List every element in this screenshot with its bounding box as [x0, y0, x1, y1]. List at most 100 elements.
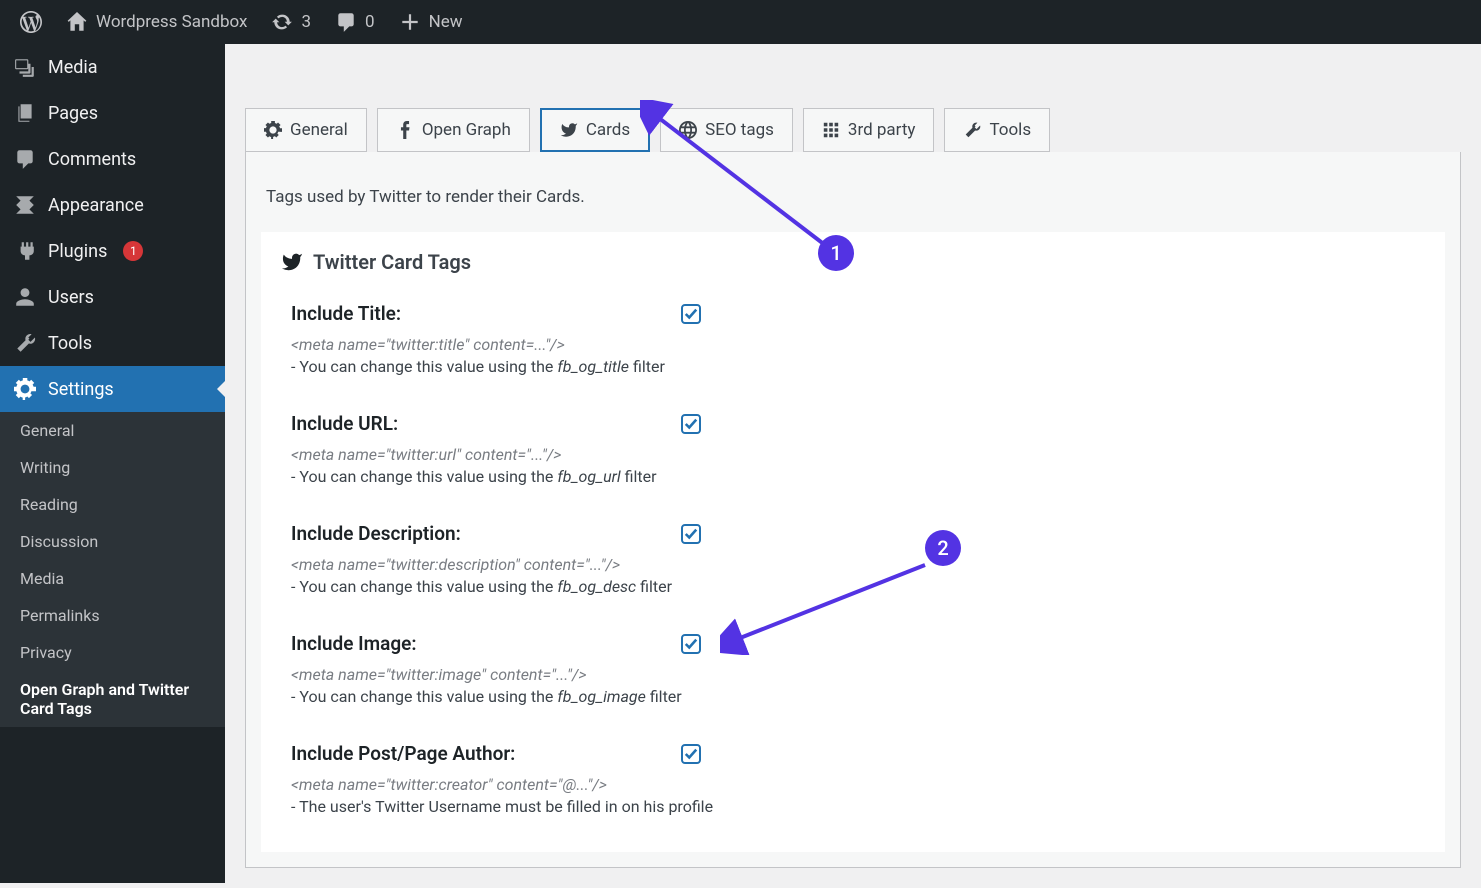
settings-icon	[14, 378, 36, 400]
menu-settings[interactable]: Settings	[0, 366, 225, 412]
menu-tools-label: Tools	[48, 333, 92, 354]
menu-appearance-label: Appearance	[48, 195, 144, 216]
admin-bar: Wordpress Sandbox 3 0 New	[0, 0, 1481, 44]
help-title: - You can change this value using the fb…	[291, 357, 1415, 376]
annotation-1: 1	[818, 235, 854, 271]
menu-media[interactable]: Media	[0, 44, 225, 90]
updates-link[interactable]: 3	[261, 0, 321, 44]
menu-comments-label: Comments	[48, 149, 136, 170]
check-icon	[684, 417, 698, 431]
checkbox-include-title[interactable]	[681, 304, 701, 324]
tab-general-label: General	[290, 120, 348, 140]
gear-icon	[264, 121, 282, 139]
menu-settings-label: Settings	[48, 379, 114, 400]
submenu-discussion[interactable]: Discussion	[0, 523, 225, 560]
menu-pages-label: Pages	[48, 103, 98, 124]
media-icon	[14, 56, 36, 78]
tools-icon	[14, 332, 36, 354]
pages-icon	[14, 102, 36, 124]
admin-sidebar: Media Pages Comments Appearance Plugins …	[0, 44, 225, 883]
section-title: Twitter Card Tags	[313, 250, 471, 274]
menu-tools[interactable]: Tools	[0, 320, 225, 366]
twitter-icon	[560, 121, 578, 139]
updates-count: 3	[301, 12, 311, 32]
wordpress-icon	[20, 11, 42, 33]
comments-count: 0	[365, 12, 375, 32]
label-include-url: Include URL:	[291, 412, 681, 435]
site-name: Wordpress Sandbox	[96, 12, 247, 32]
menu-users-label: Users	[48, 287, 94, 308]
comments-link[interactable]: 0	[325, 0, 385, 44]
submenu-media[interactable]: Media	[0, 560, 225, 597]
tab-tools-label: Tools	[989, 120, 1031, 140]
submenu-privacy[interactable]: Privacy	[0, 634, 225, 671]
help-author: - The user's Twitter Username must be fi…	[291, 797, 1415, 816]
new-label: New	[429, 12, 463, 32]
tab-cards[interactable]: Cards	[540, 108, 650, 152]
tab-general[interactable]: General	[245, 108, 367, 152]
tab-thirdparty-label: 3rd party	[848, 120, 916, 140]
plugins-icon	[14, 240, 36, 262]
meta-title: <meta name="twitter:title" content=..."/…	[291, 335, 1415, 354]
submenu-writing[interactable]: Writing	[0, 449, 225, 486]
update-icon	[271, 11, 293, 33]
tab-opengraph-label: Open Graph	[422, 120, 511, 140]
annotation-arrow-1	[640, 100, 840, 260]
tab-bar: General Open Graph Cards SEO tags 3rd pa…	[225, 88, 1481, 152]
field-include-author: Include Post/Page Author: <meta name="tw…	[261, 724, 1445, 834]
twitter-card-section: Twitter Card Tags Include Title: <meta n…	[261, 232, 1445, 852]
label-include-description: Include Description:	[291, 522, 681, 545]
menu-plugins[interactable]: Plugins 1	[0, 228, 225, 274]
label-include-title: Include Title:	[291, 302, 681, 325]
comments-icon	[14, 148, 36, 170]
check-icon	[684, 527, 698, 541]
annotation-2: 2	[925, 530, 961, 566]
settings-panel: Tags used by Twitter to render their Car…	[245, 152, 1461, 868]
menu-pages[interactable]: Pages	[0, 90, 225, 136]
menu-plugins-label: Plugins	[48, 241, 107, 262]
submenu-permalinks[interactable]: Permalinks	[0, 597, 225, 634]
panel-description: Tags used by Twitter to render their Car…	[246, 162, 1460, 232]
submenu-ogtc[interactable]: Open Graph and Twitter Card Tags	[0, 671, 225, 727]
tab-cards-label: Cards	[586, 120, 630, 140]
wp-logo[interactable]	[10, 0, 52, 44]
facebook-icon	[396, 121, 414, 139]
plugins-badge: 1	[123, 241, 143, 261]
check-icon	[684, 747, 698, 761]
meta-author: <meta name="twitter:creator" content="@.…	[291, 775, 1415, 794]
checkbox-include-description[interactable]	[681, 524, 701, 544]
new-content-link[interactable]: New	[389, 0, 473, 44]
menu-appearance[interactable]: Appearance	[0, 182, 225, 228]
menu-comments[interactable]: Comments	[0, 136, 225, 182]
field-include-url: Include URL: <meta name="twitter:url" co…	[261, 394, 1445, 504]
comment-icon	[335, 11, 357, 33]
site-name-link[interactable]: Wordpress Sandbox	[56, 0, 257, 44]
menu-users[interactable]: Users	[0, 274, 225, 320]
help-url: - You can change this value using the fb…	[291, 467, 1415, 486]
submenu-general[interactable]: General	[0, 412, 225, 449]
meta-url: <meta name="twitter:url" content="..."/>	[291, 445, 1415, 464]
appearance-icon	[14, 194, 36, 216]
twitter-icon	[281, 251, 303, 273]
check-icon	[684, 307, 698, 321]
checkbox-include-image[interactable]	[681, 634, 701, 654]
menu-media-label: Media	[48, 57, 98, 78]
submenu-reading[interactable]: Reading	[0, 486, 225, 523]
annotation-arrow-2	[720, 555, 940, 655]
label-include-author: Include Post/Page Author:	[291, 742, 681, 765]
label-include-image: Include Image:	[291, 632, 681, 655]
users-icon	[14, 286, 36, 308]
plus-icon	[399, 11, 421, 33]
tab-tools[interactable]: Tools	[944, 108, 1050, 152]
checkbox-include-url[interactable]	[681, 414, 701, 434]
meta-image: <meta name="twitter:image" content="..."…	[291, 665, 1415, 684]
settings-submenu: General Writing Reading Discussion Media…	[0, 412, 225, 727]
tab-opengraph[interactable]: Open Graph	[377, 108, 530, 152]
checkbox-include-author[interactable]	[681, 744, 701, 764]
home-icon	[66, 11, 88, 33]
wrench-icon	[963, 121, 981, 139]
help-image: - You can change this value using the fb…	[291, 687, 1415, 706]
field-include-title: Include Title: <meta name="twitter:title…	[261, 284, 1445, 394]
check-icon	[684, 637, 698, 651]
content-area: General Open Graph Cards SEO tags 3rd pa…	[225, 44, 1481, 868]
